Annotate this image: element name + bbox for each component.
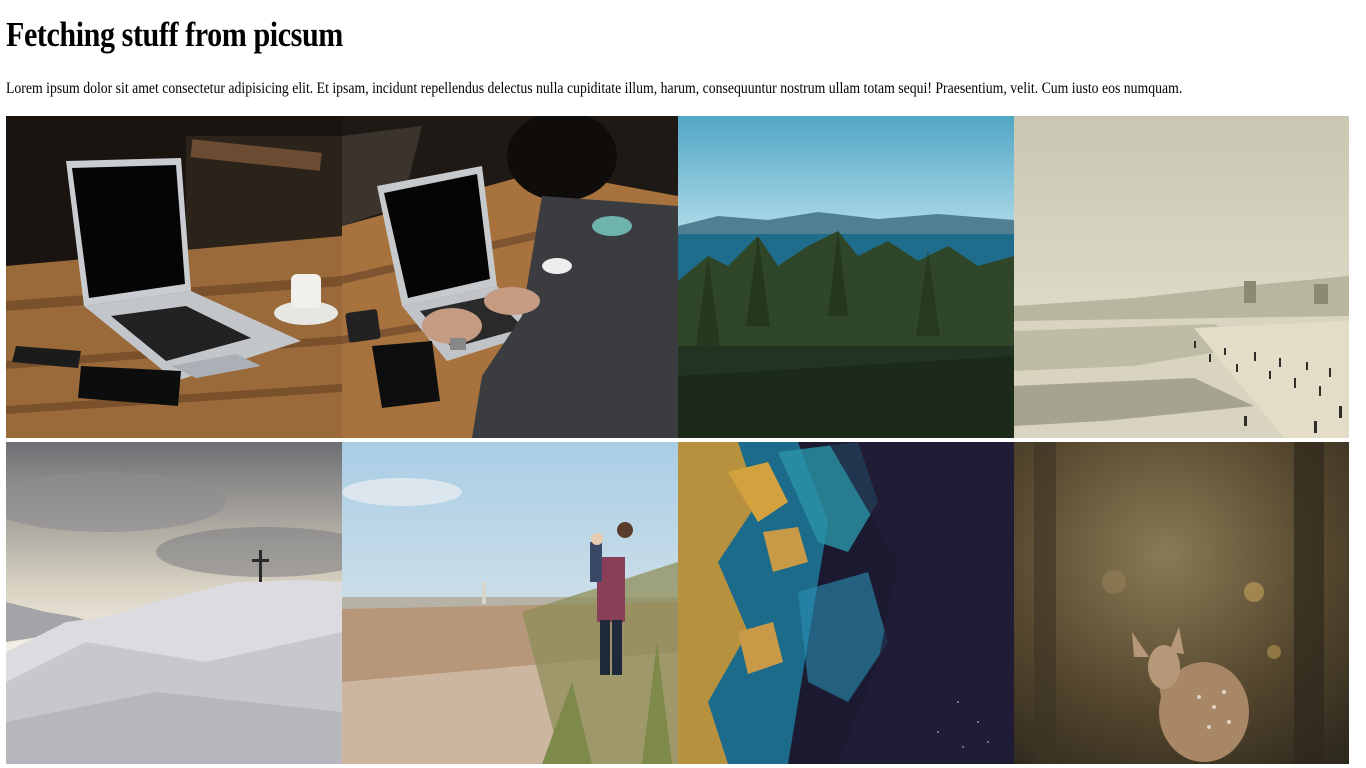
photo-father-child-beach [342, 442, 678, 764]
photo-laptop-table [6, 116, 342, 438]
photo-gallery [6, 116, 1349, 766]
photo-snowy-summit [6, 442, 342, 764]
page: Fetching stuff from picsum Lorem ipsum d… [0, 0, 1366, 768]
photo-hazy-beach [1014, 116, 1349, 438]
photo-satellite-view [678, 442, 1014, 764]
photo-man-laptop [342, 116, 678, 438]
photo-forest-sea [678, 116, 1014, 438]
page-title: Fetching stuff from picsum [6, 15, 343, 54]
photo-deer-forest [1014, 442, 1349, 764]
intro-paragraph: Lorem ipsum dolor sit amet consectetur a… [6, 80, 1183, 97]
